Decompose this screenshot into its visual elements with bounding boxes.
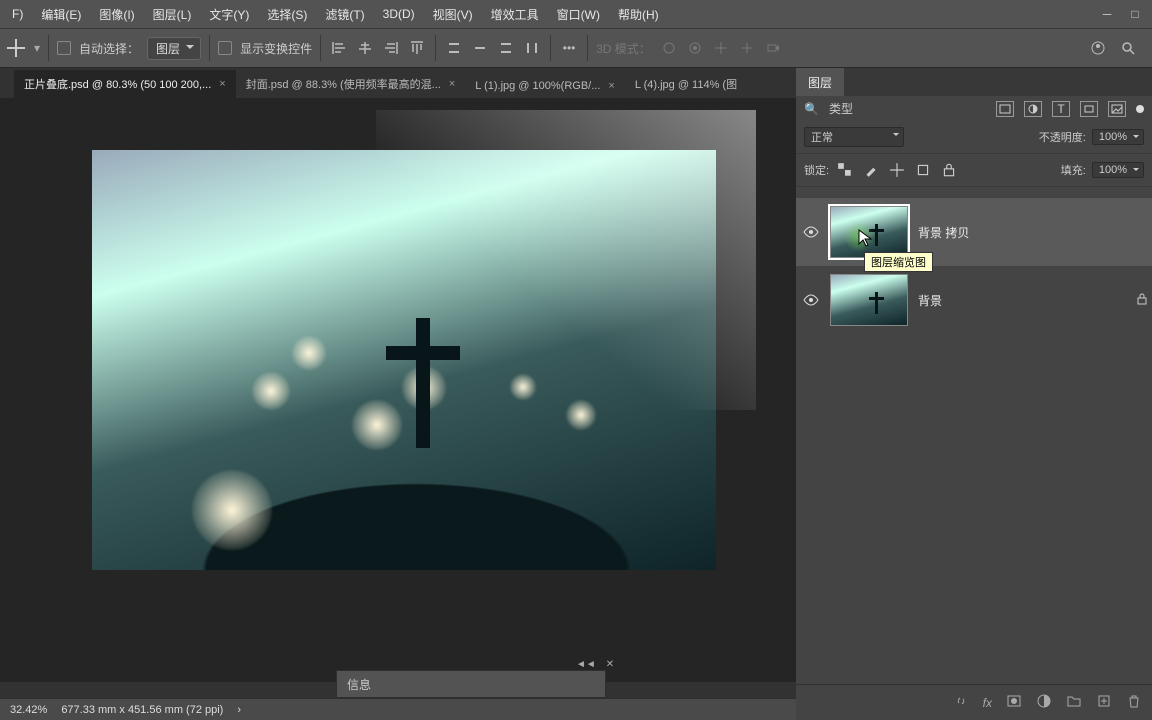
distribute-top-icon[interactable] bbox=[444, 38, 464, 58]
3d-orbit-icon bbox=[659, 38, 679, 58]
layers-panel: 图层 🔍 类型 T 正常 不透明度: 100% 锁定: 填充: 100% 背景 … bbox=[796, 68, 1152, 720]
align-top-icon[interactable] bbox=[407, 38, 427, 58]
lock-transparent-icon[interactable] bbox=[835, 160, 855, 180]
document-canvas[interactable] bbox=[92, 150, 716, 570]
filter-type-dropdown[interactable]: 类型 bbox=[829, 100, 853, 117]
filter-type-icon[interactable]: T bbox=[1052, 101, 1070, 117]
3d-pan-icon bbox=[711, 38, 731, 58]
layers-tab[interactable]: 图层 bbox=[796, 68, 844, 96]
layer-mask-icon[interactable] bbox=[1006, 693, 1022, 712]
filter-pixel-icon[interactable] bbox=[996, 101, 1014, 117]
layer-list: 背景 拷贝 背景 bbox=[796, 198, 1152, 682]
lock-brush-icon[interactable] bbox=[861, 160, 881, 180]
opacity-label: 不透明度: bbox=[1039, 129, 1086, 145]
layer-fx-icon[interactable]: fx bbox=[983, 696, 992, 710]
info-panel-tab[interactable]: 信息 bbox=[336, 670, 606, 698]
layers-panel-footer: fx bbox=[796, 684, 1152, 720]
layer-name[interactable]: 背景 bbox=[918, 292, 942, 309]
layer-thumbnail[interactable] bbox=[830, 274, 908, 326]
distribute-vcenter-icon[interactable] bbox=[470, 38, 490, 58]
lock-all-icon[interactable] bbox=[939, 160, 959, 180]
document-tab-4[interactable]: L (4).jpg @ 114% (图 bbox=[625, 70, 747, 98]
options-bar: ▾ 自动选择： 图层 显示变换控件 ••• 3D 模式： bbox=[0, 28, 1152, 68]
tab-close-icon[interactable]: × bbox=[219, 78, 225, 90]
menu-bar: F) 编辑(E) 图像(I) 图层(L) 文字(Y) 选择(S) 滤镜(T) 3… bbox=[0, 0, 1152, 28]
3d-mode-label: 3D 模式： bbox=[596, 40, 651, 57]
filter-adjust-icon[interactable] bbox=[1024, 101, 1042, 117]
menu-view[interactable]: 视图(V) bbox=[425, 2, 481, 27]
link-layers-icon[interactable] bbox=[953, 693, 969, 712]
fill-label: 填充: bbox=[1061, 162, 1086, 178]
layer-thumbnail-tooltip: 图层缩览图 bbox=[864, 252, 933, 272]
layer-name[interactable]: 背景 拷贝 bbox=[918, 224, 969, 241]
layer-group-icon[interactable] bbox=[1066, 693, 1082, 712]
menu-enhance[interactable]: 增效工具 bbox=[483, 2, 547, 27]
menu-image[interactable]: 图像(I) bbox=[91, 2, 142, 27]
layer-row[interactable]: 背景 bbox=[796, 266, 1152, 334]
document-tab-2[interactable]: 封面.psd @ 88.3% (使用频率最高的混... × bbox=[236, 70, 466, 98]
delete-layer-icon[interactable] bbox=[1126, 693, 1142, 712]
lock-position-icon[interactable] bbox=[887, 160, 907, 180]
menu-file[interactable]: F) bbox=[4, 3, 31, 25]
layer-thumbnail[interactable] bbox=[830, 206, 908, 258]
tab-label: L (4).jpg @ 114% (图 bbox=[635, 76, 737, 92]
status-chevron-icon[interactable]: › bbox=[237, 704, 241, 716]
window-minimize[interactable]: ─ bbox=[1094, 4, 1120, 24]
document-tab-1[interactable]: 正片叠底.psd @ 80.3% (50 100 200,... × bbox=[14, 70, 236, 98]
auto-select-label: 自动选择： bbox=[79, 40, 139, 57]
move-tool-icon[interactable] bbox=[6, 38, 26, 58]
canvas-area[interactable] bbox=[0, 98, 796, 682]
distribute-h-icon[interactable] bbox=[522, 38, 542, 58]
adjustment-layer-icon[interactable] bbox=[1036, 693, 1052, 712]
menu-type[interactable]: 文字(Y) bbox=[201, 2, 257, 27]
lock-label: 锁定: bbox=[804, 162, 829, 178]
more-options-icon[interactable]: ••• bbox=[559, 38, 579, 58]
document-dimensions[interactable]: 677.33 mm x 451.56 mm (72 ppi) bbox=[61, 704, 223, 716]
filter-shape-icon[interactable] bbox=[1080, 101, 1098, 117]
menu-edit[interactable]: 编辑(E) bbox=[33, 2, 89, 27]
visibility-toggle[interactable] bbox=[802, 223, 820, 241]
lock-icon bbox=[1136, 292, 1148, 309]
menu-help[interactable]: 帮助(H) bbox=[610, 2, 667, 27]
zoom-level[interactable]: 32.42% bbox=[10, 704, 47, 716]
menu-3d[interactable]: 3D(D) bbox=[375, 3, 423, 25]
status-bar: 32.42% 677.33 mm x 451.56 mm (72 ppi) › bbox=[0, 698, 796, 720]
search-icon[interactable] bbox=[1118, 38, 1138, 58]
blend-mode-dropdown[interactable]: 正常 bbox=[804, 127, 904, 147]
menu-filter[interactable]: 滤镜(T) bbox=[317, 2, 372, 27]
menu-select[interactable]: 选择(S) bbox=[259, 2, 315, 27]
align-center-h-icon[interactable] bbox=[355, 38, 375, 58]
auto-select-target[interactable]: 图层 bbox=[147, 37, 201, 60]
distribute-bottom-icon[interactable] bbox=[496, 38, 516, 58]
fill-value[interactable]: 100% bbox=[1092, 162, 1144, 178]
filter-toggle[interactable] bbox=[1136, 105, 1144, 113]
transform-controls-checkbox[interactable] bbox=[218, 41, 232, 55]
transform-controls-label: 显示变换控件 bbox=[240, 40, 312, 57]
window-maximize[interactable]: □ bbox=[1122, 4, 1148, 24]
align-left-icon[interactable] bbox=[329, 38, 349, 58]
tab-label: 正片叠底.psd @ 80.3% (50 100 200,... bbox=[24, 76, 211, 92]
filter-smart-icon[interactable] bbox=[1108, 101, 1126, 117]
tab-close-icon[interactable]: × bbox=[449, 78, 455, 90]
lock-artboard-icon[interactable] bbox=[913, 160, 933, 180]
share-icon[interactable] bbox=[1088, 38, 1108, 58]
visibility-toggle[interactable] bbox=[802, 291, 820, 309]
panel-collapse-controls[interactable]: ◄◄✕ bbox=[576, 659, 614, 670]
opacity-value[interactable]: 100% bbox=[1092, 129, 1144, 145]
menu-layer[interactable]: 图层(L) bbox=[145, 2, 200, 27]
menu-window[interactable]: 窗口(W) bbox=[549, 2, 608, 27]
layer-row[interactable]: 背景 拷贝 bbox=[796, 198, 1152, 266]
tab-close-icon[interactable]: × bbox=[608, 80, 614, 92]
new-layer-icon[interactable] bbox=[1096, 693, 1112, 712]
3d-camera-icon bbox=[763, 38, 783, 58]
tab-label: 封面.psd @ 88.3% (使用频率最高的混... bbox=[246, 76, 441, 92]
auto-select-checkbox[interactable] bbox=[57, 41, 71, 55]
document-tab-3[interactable]: L (1).jpg @ 100%(RGB/... × bbox=[465, 74, 625, 98]
3d-roll-icon bbox=[685, 38, 705, 58]
3d-slide-icon bbox=[737, 38, 757, 58]
align-right-icon[interactable] bbox=[381, 38, 401, 58]
tab-label: L (1).jpg @ 100%(RGB/... bbox=[475, 80, 600, 92]
